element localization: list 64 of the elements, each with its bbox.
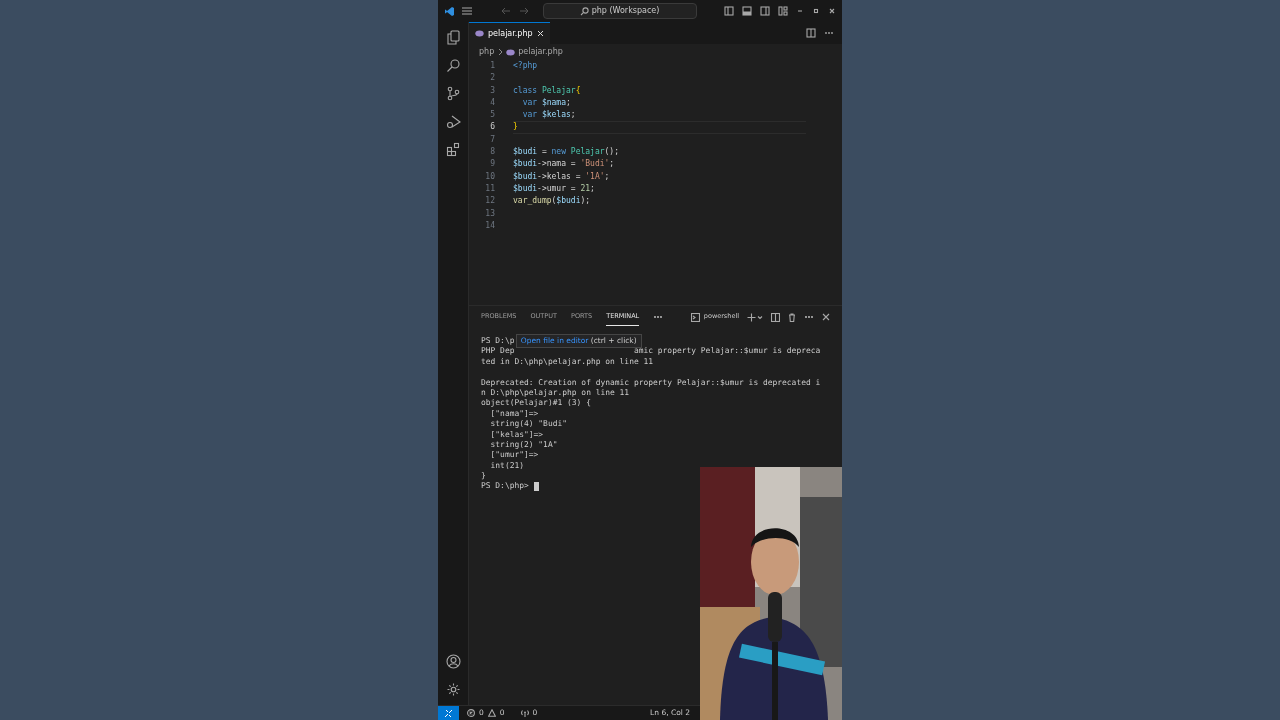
settings-icon[interactable] [445, 682, 461, 697]
maximize-icon[interactable] [812, 7, 820, 15]
search-icon [579, 6, 589, 16]
breadcrumb-item[interactable]: php [479, 46, 495, 58]
minimize-icon[interactable] [796, 7, 804, 15]
chevron-icon [497, 48, 504, 56]
split-terminal-icon[interactable] [771, 312, 780, 322]
code-line: var $nama; [521, 96, 572, 109]
source-control-icon[interactable] [445, 86, 461, 101]
account-icon[interactable] [445, 654, 461, 669]
warning-icon [487, 709, 496, 717]
remote-icon [444, 708, 453, 718]
line-number: 11 [484, 182, 495, 195]
line-number: 8 [489, 146, 495, 159]
forward-arrow-icon[interactable] [518, 6, 529, 16]
remote-button[interactable] [438, 705, 459, 720]
close-icon[interactable] [822, 313, 830, 321]
menu-icon[interactable] [461, 6, 473, 16]
command-center-search[interactable]: php (Workspace) [542, 3, 697, 19]
new-terminal-icon[interactable] [747, 312, 763, 322]
line-number: 10 [484, 170, 495, 183]
extensions-icon[interactable] [445, 142, 461, 157]
code-line: class Pelajar{ [513, 84, 582, 97]
text-cursor [533, 481, 539, 491]
line-number: 1 [489, 60, 495, 72]
more-actions-icon[interactable] [804, 314, 814, 320]
sidebar-toggle-icon[interactable] [724, 6, 734, 16]
line-number: 5 [489, 109, 495, 122]
breadcrumb-item[interactable]: pelajar.php [518, 46, 563, 58]
code-line: $budi->kelas = '1A'; [513, 170, 611, 183]
line-number: 9 [489, 158, 495, 171]
panel-toggle-icon[interactable] [742, 6, 752, 16]
run-debug-icon[interactable] [445, 114, 461, 129]
code-line: $budi = new Pelajar(); [513, 146, 620, 159]
files-icon[interactable] [445, 30, 461, 45]
code-line: $budi->nama = 'Budi'; [513, 158, 616, 171]
app-logo-icon [444, 5, 455, 17]
line-number: 6 [489, 121, 495, 134]
secondary-sidebar-icon[interactable] [760, 6, 770, 16]
layout-icon[interactable] [778, 6, 788, 16]
line-number: 3 [489, 84, 495, 97]
line-number: 7 [489, 133, 495, 146]
antenna-icon [520, 709, 529, 717]
code-line: $budi->umur = 21; [513, 182, 596, 195]
line-number: 13 [484, 207, 495, 220]
line-number: 12 [484, 195, 495, 208]
php-file-icon [506, 48, 516, 56]
editor-tab[interactable]: pelajar.php [469, 22, 550, 44]
error-icon [467, 709, 475, 717]
line-number: 4 [489, 96, 495, 109]
code-line: var $kelas; [521, 109, 577, 122]
terminal-icon [690, 312, 700, 322]
back-arrow-icon[interactable] [500, 6, 511, 16]
more-actions-icon[interactable] [653, 314, 664, 320]
php-file-icon [475, 30, 484, 37]
line-number: 14 [484, 219, 495, 232]
search-icon[interactable] [445, 58, 461, 73]
trash-icon[interactable] [788, 312, 796, 322]
code-line: var_dump($budi); [513, 195, 592, 208]
code-line: } [513, 121, 806, 134]
code-line: <?php [513, 60, 539, 72]
close-icon[interactable] [828, 7, 836, 15]
split-editor-icon[interactable] [806, 28, 816, 38]
line-number: 2 [489, 72, 495, 85]
